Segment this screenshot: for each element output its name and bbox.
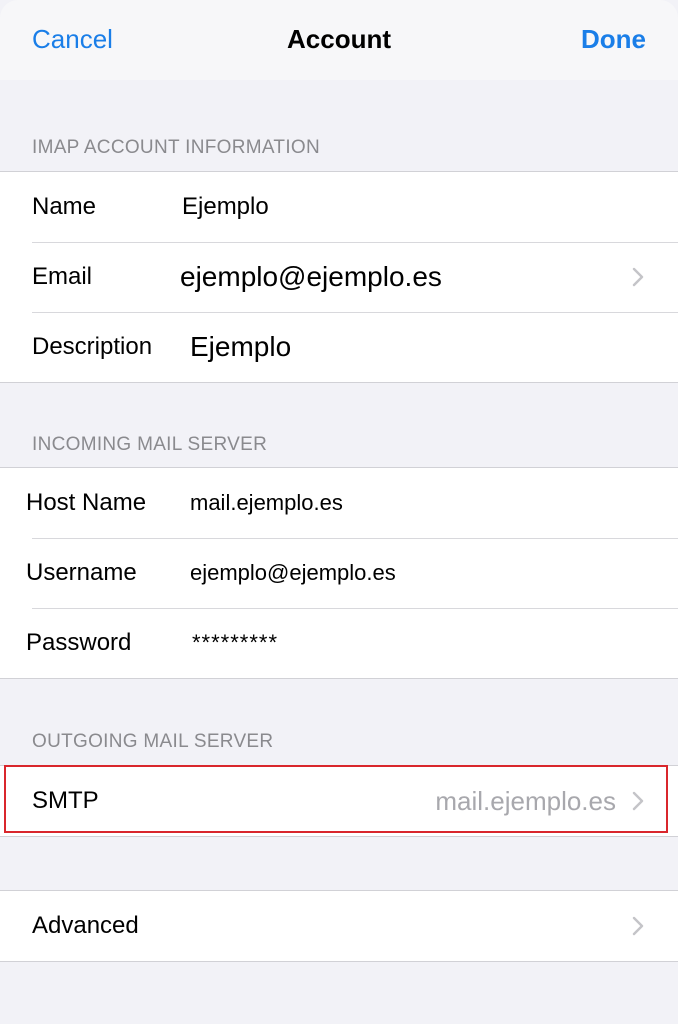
page-title: Account (287, 24, 391, 54)
email-label: Email (32, 263, 93, 290)
section-header-incoming: INCOMING MAIL SERVER (32, 434, 268, 455)
name-field[interactable]: Ejemplo (182, 172, 269, 242)
name-row[interactable]: Name Ejemplo (0, 172, 678, 242)
chevron-right-icon (632, 916, 644, 936)
smtp-highlight-box (4, 765, 668, 833)
password-field[interactable]: ********* (192, 608, 278, 678)
host-name-label: Host Name (26, 489, 147, 516)
imap-account-group: Name Ejemplo Email ejemplo@ejemplo.es De… (0, 171, 678, 383)
cancel-button[interactable]: Cancel (32, 24, 113, 55)
incoming-server-group: Host Name mail.ejemplo.es Username ejemp… (0, 467, 678, 679)
section-header-outgoing: OUTGOING MAIL SERVER (32, 731, 274, 752)
host-name-field[interactable]: mail.ejemplo.es (190, 468, 343, 538)
description-label: Description (32, 333, 153, 360)
advanced-label: Advanced (32, 912, 139, 939)
password-row[interactable]: Password ********* (0, 608, 678, 678)
email-value: ejemplo@ejemplo.es (180, 261, 442, 292)
section-header-imap: IMAP ACCOUNT INFORMATION (32, 137, 320, 158)
description-row[interactable]: Description Ejemplo (0, 312, 678, 382)
password-label: Password (26, 629, 132, 656)
email-row[interactable]: Email ejemplo@ejemplo.es (0, 242, 678, 312)
done-button[interactable]: Done (581, 24, 646, 55)
name-label: Name (32, 193, 97, 220)
chevron-right-icon (632, 267, 644, 287)
username-row[interactable]: Username ejemplo@ejemplo.es (0, 538, 678, 608)
username-label: Username (26, 559, 137, 586)
description-field[interactable]: Ejemplo (190, 312, 291, 382)
advanced-row[interactable]: Advanced (0, 891, 678, 961)
host-name-row[interactable]: Host Name mail.ejemplo.es (0, 468, 678, 538)
advanced-group: Advanced (0, 890, 678, 962)
navigation-bar: Cancel Account Done (0, 0, 678, 80)
username-field[interactable]: ejemplo@ejemplo.es (190, 538, 396, 608)
